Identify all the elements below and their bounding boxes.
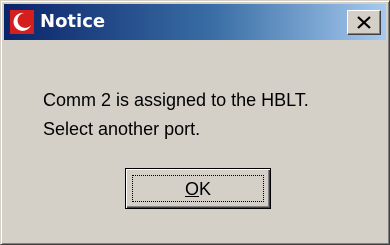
close-button[interactable] — [347, 10, 381, 35]
title-bar[interactable]: Notice — [4, 4, 386, 40]
ok-label-rest: K — [199, 179, 212, 199]
message-line-1: Comm 2 is assigned to the HBLT. — [43, 90, 309, 110]
message-line-2: Select another port. — [43, 119, 201, 139]
close-icon — [357, 16, 371, 29]
message-text: Comm 2 is assigned to the HBLT. Select a… — [43, 86, 373, 144]
notice-dialog: Notice Comm 2 is assigned to the HBLT. S… — [0, 0, 390, 245]
ok-mnemonic: O — [184, 179, 199, 199]
red-crescent-icon — [10, 10, 34, 34]
window-title: Notice — [40, 11, 106, 32]
ok-button-label: OK — [126, 178, 270, 200]
ok-button[interactable]: OK — [125, 168, 271, 209]
